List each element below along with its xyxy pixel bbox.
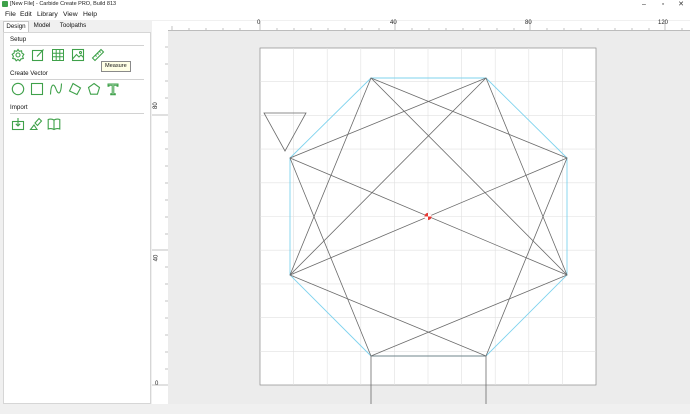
hruler-label-0: 0 [257, 20, 261, 26]
curve-icon[interactable] [49, 82, 63, 96]
design-canvas[interactable] [168, 31, 690, 404]
ruler-corner [152, 21, 168, 30]
gear-icon[interactable] [11, 48, 25, 62]
polygon-icon[interactable] [68, 82, 82, 96]
vruler-label-80: 80 [153, 102, 159, 109]
library-book-icon[interactable] [47, 117, 61, 131]
measure-icon[interactable] [91, 48, 105, 62]
circle-icon[interactable] [11, 82, 25, 96]
polygon-pentagon-icon[interactable] [87, 82, 101, 96]
vruler-label-40: 40 [153, 254, 160, 262]
tab-model[interactable]: Model [30, 21, 54, 31]
separator [10, 45, 144, 46]
menu-library[interactable]: Library [34, 9, 61, 20]
grid-icon[interactable] [51, 48, 65, 62]
section-import-label: Import [10, 104, 28, 111]
menu-bar: File Edit Library View Help [0, 9, 690, 20]
edit-icon[interactable] [31, 48, 45, 62]
origin-marker-icon [424, 212, 432, 221]
title-bar: [New File] - Carbide Create PRO, Build 8… [0, 0, 690, 9]
section-setup-label: Setup [10, 36, 27, 43]
hruler-label-120: 120 [658, 20, 669, 26]
section-create-vector-label: Create Vector [10, 70, 48, 77]
menu-view[interactable]: View [60, 9, 81, 20]
window-title: [New File] - Carbide Create PRO, Build 8… [10, 1, 117, 7]
tab-toolpaths[interactable]: Toolpaths [57, 21, 89, 31]
import-vector-icon[interactable] [29, 117, 43, 131]
close-button[interactable]: ✕ [673, 0, 689, 9]
tab-design[interactable]: Design [3, 21, 29, 32]
vertical-ruler: 80 40 0 [152, 30, 169, 404]
image-icon[interactable] [71, 48, 85, 62]
import-icon[interactable] [11, 117, 25, 131]
hruler-label-80: 80 [525, 20, 532, 26]
text-icon[interactable] [106, 82, 120, 96]
design-panel: Setup Create Vector Import [3, 32, 151, 404]
maximize-button[interactable]: ▫ [655, 0, 671, 9]
minimize-button[interactable]: – [636, 0, 652, 9]
hruler-label-40: 40 [390, 20, 397, 26]
app-logo-icon [2, 1, 8, 7]
menu-help[interactable]: Help [80, 9, 100, 20]
separator [10, 79, 144, 80]
rectangle-icon[interactable] [30, 82, 44, 96]
horizontal-ruler: 0 40 80 120 [168, 20, 690, 31]
vruler-label-0: 0 [155, 381, 159, 387]
measure-tooltip: Measure [101, 61, 131, 72]
separator [10, 113, 144, 114]
menu-edit[interactable]: Edit [17, 9, 35, 20]
